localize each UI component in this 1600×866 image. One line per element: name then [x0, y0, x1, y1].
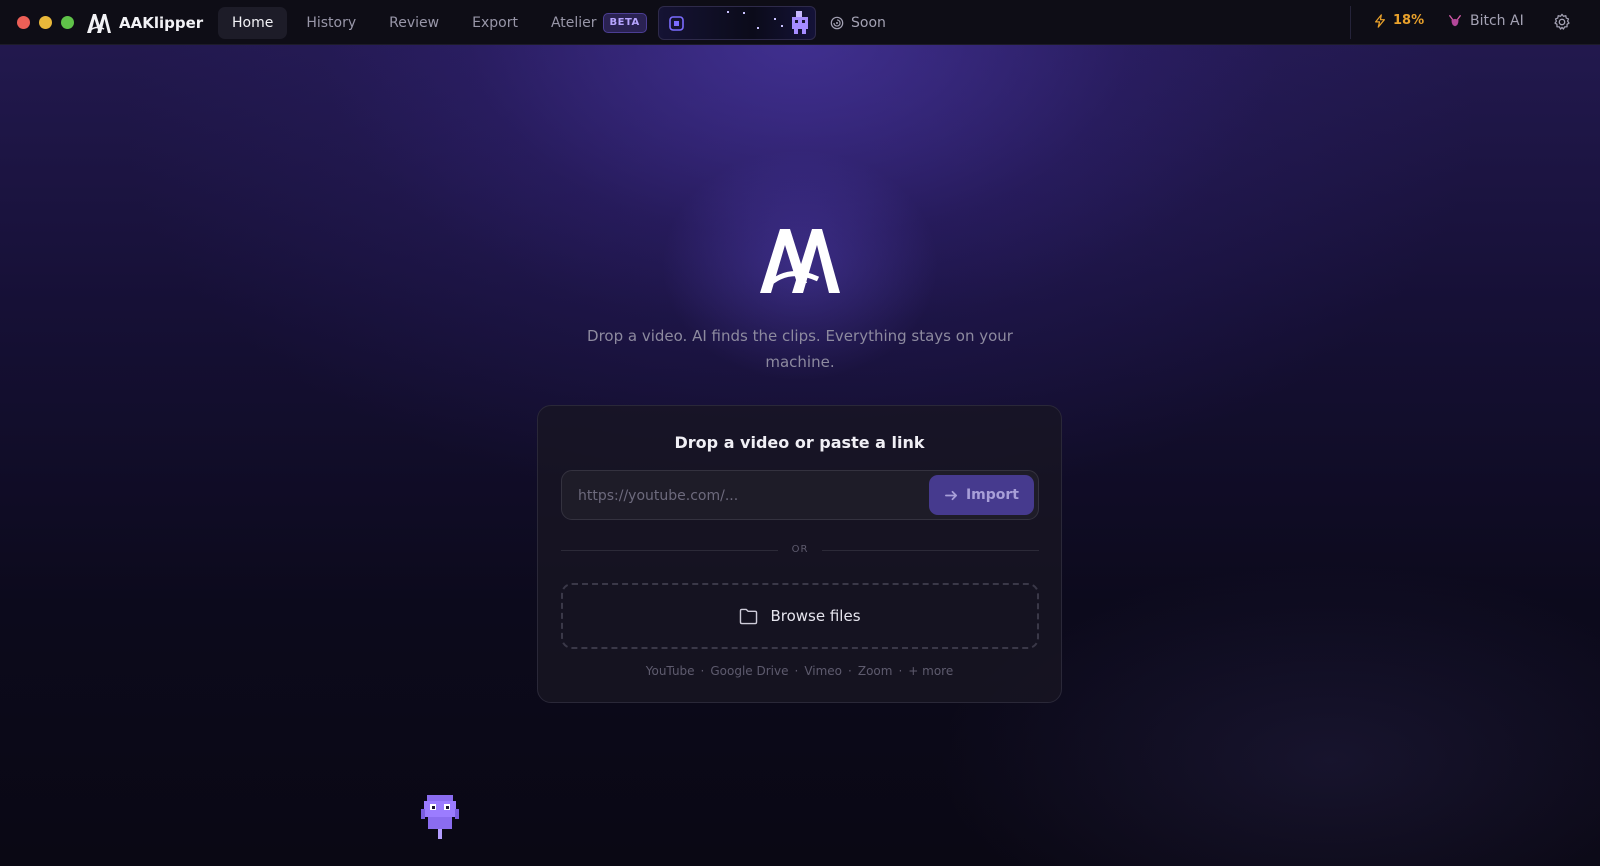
- tab-atelier[interactable]: Atelier BETA: [537, 7, 661, 39]
- gear-icon[interactable]: [1553, 13, 1571, 31]
- separator-dot: ·: [700, 664, 705, 678]
- devil-icon: [1449, 15, 1461, 27]
- main-nav: Home History Review Export Atelier BETA: [218, 7, 666, 39]
- separator-dot: ·: [848, 664, 852, 678]
- app-window: AAKlipper Home History Review Export Ate…: [0, 0, 1600, 866]
- folder-icon: [740, 608, 758, 624]
- browse-files-dropzone[interactable]: Browse files: [561, 583, 1039, 649]
- tab-atelier-label: Atelier: [550, 15, 597, 31]
- tab-history-label: History: [306, 15, 357, 31]
- tab-home-label: Home: [232, 15, 274, 31]
- pixel-mascot-icon[interactable]: [421, 795, 459, 841]
- divider-line: [822, 550, 1039, 551]
- brand[interactable]: AAKlipper: [86, 11, 203, 35]
- tab-review[interactable]: Review: [375, 7, 453, 39]
- source-youtube: YouTube: [645, 664, 695, 678]
- tab-export[interactable]: Export: [458, 7, 532, 39]
- close-window-button[interactable]: [17, 16, 30, 29]
- maximize-window-button[interactable]: [61, 16, 74, 29]
- link-input[interactable]: [576, 483, 920, 509]
- pixel-sprite-icon: [792, 11, 808, 34]
- or-divider: OR: [561, 544, 1039, 558]
- supported-sources: YouTube · Google Drive · Vimeo · Zoom · + more: [538, 664, 1061, 678]
- separator-dot: ·: [794, 664, 799, 678]
- hero-logo: [740, 215, 860, 315]
- source-more: + more: [908, 664, 954, 678]
- star-dot: [757, 27, 759, 29]
- ai-assistant-button[interactable]: Bitch AI: [1448, 13, 1524, 29]
- titlebar-divider: [1350, 6, 1351, 39]
- app-name: AAKlipper: [119, 14, 204, 32]
- soon-label: Soon: [851, 15, 886, 31]
- soon-indicator[interactable]: Soon: [830, 13, 886, 33]
- import-label: Import: [965, 487, 1020, 503]
- pixel-game-banner[interactable]: [658, 6, 816, 40]
- arrow-right-icon: [945, 490, 957, 500]
- card-title: Drop a video or paste a link: [674, 433, 925, 452]
- import-card: Drop a video or paste a link Import OR B…: [537, 405, 1062, 703]
- hero-tagline: Drop a video. AI finds the clips. Everyt…: [587, 327, 1013, 371]
- minimize-window-button[interactable]: [39, 16, 52, 29]
- link-input-row: Import: [561, 470, 1039, 520]
- tab-export-label: Export: [472, 15, 518, 31]
- beta-badge: BETA: [602, 13, 647, 33]
- star-dot: [781, 25, 783, 27]
- tab-review-label: Review: [389, 15, 440, 31]
- tab-home[interactable]: Home: [218, 7, 288, 39]
- chip-icon: [669, 16, 684, 31]
- title-bar: AAKlipper Home History Review Export Ate…: [0, 0, 1600, 45]
- aa-logo-icon: [87, 14, 111, 33]
- separator-dot: ·: [898, 664, 903, 678]
- ai-assistant-label: Bitch AI: [1470, 13, 1524, 29]
- lightning-icon: [1375, 13, 1385, 28]
- star-dot: [743, 12, 745, 14]
- star-dot: [774, 18, 776, 20]
- usage-indicator[interactable]: 18%: [1373, 13, 1424, 28]
- aa-logo-icon: [760, 229, 840, 293]
- source-vimeo: Vimeo: [804, 664, 843, 678]
- source-zoom: Zoom: [857, 664, 893, 678]
- usage-percent: 18%: [1393, 13, 1425, 28]
- import-button[interactable]: Import: [929, 475, 1034, 515]
- source-google-drive: Google Drive: [710, 664, 789, 678]
- star-dot: [727, 11, 729, 13]
- browse-files-label: Browse files: [770, 607, 861, 625]
- tab-history[interactable]: History: [292, 7, 370, 39]
- spiral-icon: [830, 16, 844, 30]
